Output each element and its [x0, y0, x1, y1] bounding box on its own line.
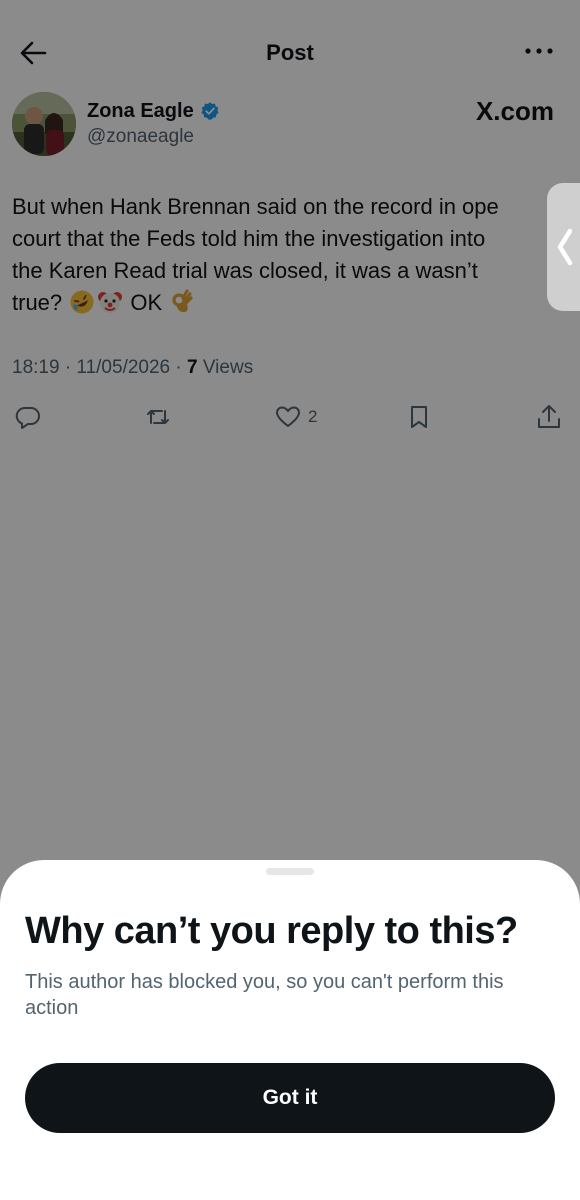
- views-count: 7: [187, 357, 198, 378]
- action-bar: 2: [0, 398, 580, 438]
- post-text: But when Hank Brennan said on the record…: [12, 191, 580, 319]
- like-count: 2: [308, 407, 318, 426]
- chevron-left-icon: [557, 228, 573, 266]
- post-text-last-line: true? OK: [12, 287, 580, 319]
- side-panel-handle[interactable]: [547, 183, 580, 311]
- post-text-line: court that the Feds told him the investi…: [12, 226, 486, 251]
- top-bar: Post: [0, 26, 580, 82]
- reply-icon: [15, 406, 40, 429]
- sheet-title: Why can’t you reply to this?: [25, 910, 518, 952]
- author-name-row: Zona Eagle: [87, 98, 220, 124]
- share-icon: [538, 405, 560, 428]
- bookmark-icon: [411, 406, 427, 428]
- views-label: Views: [197, 357, 254, 378]
- post-timestamp: 18:19 · 11/05/2026 ·: [12, 357, 187, 378]
- bottom-sheet: Why can’t you reply to this? This author…: [0, 860, 580, 1200]
- post-text-line: But when Hank Brennan said on the record…: [12, 194, 499, 219]
- more-horizontal-icon[interactable]: [522, 36, 556, 66]
- share-button[interactable]: [535, 400, 563, 434]
- like-button[interactable]: 2: [274, 400, 317, 434]
- repost-button[interactable]: [144, 400, 172, 434]
- page-title: Post: [266, 40, 314, 65]
- sheet-grabber[interactable]: [266, 868, 314, 875]
- ok-hand-emoji: [172, 289, 193, 313]
- author-name[interactable]: Zona Eagle: [87, 100, 194, 123]
- rolling-on-floor-laughing-emoji: [70, 290, 94, 314]
- source-label: X.com: [475, 96, 554, 126]
- bookmark-button[interactable]: [405, 400, 433, 434]
- avatar-photo: [12, 92, 76, 156]
- clown-face-emoji: [98, 292, 123, 313]
- post-text-line: the Karen Read trial was closed, it was …: [12, 258, 478, 283]
- author-handle[interactable]: @zonaeagle: [87, 126, 194, 148]
- post-text-line: true?: [12, 290, 63, 315]
- avatar[interactable]: [12, 92, 76, 156]
- reply-button[interactable]: [14, 400, 42, 434]
- verified-badge-icon: [201, 102, 219, 120]
- post-meta: 18:19 · 11/05/2026 · 7 Views: [12, 357, 253, 379]
- repost-icon: [147, 410, 169, 424]
- like-heart-icon: [276, 406, 300, 427]
- post-text-ok: OK: [130, 290, 163, 315]
- sheet-description: This author has blocked you, so you can'…: [25, 971, 504, 1019]
- got-it-button[interactable]: Got it: [25, 1063, 555, 1133]
